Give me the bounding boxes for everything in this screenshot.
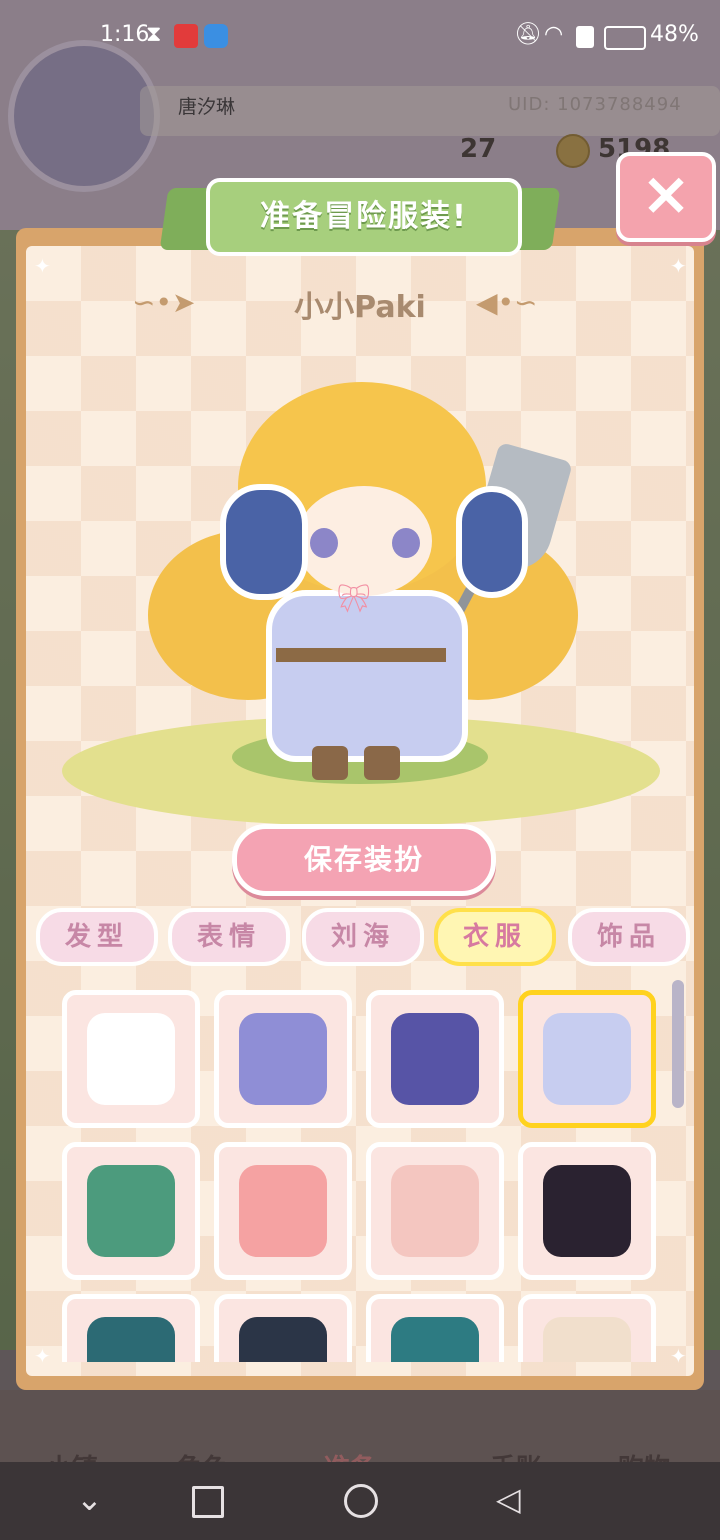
outfit-thumbnail (391, 1317, 479, 1362)
back-icon[interactable]: ◁ (496, 1480, 521, 1518)
battery-icon (604, 26, 646, 50)
character-name: 小小Paki (294, 290, 426, 325)
outfit-item-teal-lace-dress[interactable] (366, 1294, 504, 1362)
outfit-thumbnail (239, 1317, 327, 1362)
corner-star-icon: ✦ (670, 254, 687, 278)
cloud-app-icon (204, 24, 228, 48)
status-time: 1:16 (100, 22, 150, 47)
character-coat (266, 590, 468, 762)
outfit-item-pink-cake-dress[interactable] (214, 1142, 352, 1280)
outfit-thumbnail (239, 1165, 327, 1257)
grid-scrollbar[interactable] (672, 980, 684, 1108)
outfit-item-black-red-suit[interactable] (518, 1142, 656, 1280)
tab-expression[interactable]: 表情 (168, 908, 290, 966)
outfit-thumbnail (543, 1165, 631, 1257)
earmuff (220, 484, 308, 600)
home-icon[interactable] (344, 1484, 378, 1518)
outfit-item-rose-cream-outfit[interactable] (366, 1142, 504, 1280)
bow-icon: 🎀︎ (336, 582, 372, 615)
hourglass-icon: ⧗ (146, 22, 162, 47)
chevron-down-icon[interactable]: ⌄ (76, 1480, 103, 1518)
character-eye (392, 528, 420, 558)
outfit-thumbnail (391, 1165, 479, 1257)
wifi-icon: ◠ (544, 22, 564, 47)
character-eye (310, 528, 338, 558)
close-button[interactable]: × (616, 152, 716, 242)
tab-hairstyle[interactable]: 发型 (36, 908, 158, 966)
outfit-item-teal-jacket[interactable] (62, 1294, 200, 1362)
outfit-item-cream-dress[interactable] (518, 1294, 656, 1362)
outfit-item-blue-skirt-outfit[interactable] (366, 990, 504, 1128)
flourish-left-icon: ∽•➤ (132, 286, 196, 319)
outfit-grid (26, 976, 694, 1362)
dialog-title: 准备冒险服装! (206, 178, 522, 256)
outfit-thumbnail (87, 1013, 175, 1105)
outfit-item-blue-winter-coat[interactable] (518, 990, 656, 1128)
outfit-item-cat-hood-dress[interactable] (214, 990, 352, 1128)
battery-level: 48% (650, 22, 699, 47)
tab-clothes[interactable]: 衣服 (434, 908, 556, 966)
outfit-item-white-dress[interactable] (62, 990, 200, 1128)
character-boot (312, 746, 348, 780)
outfit-thumbnail (239, 1013, 327, 1105)
tab-accessories[interactable]: 饰品 (568, 908, 690, 966)
save-outfit-button[interactable]: 保存装扮 (232, 824, 496, 896)
character-belt (276, 648, 446, 662)
outfit-thumbnail (87, 1165, 175, 1257)
tab-bangs[interactable]: 刘海 (302, 908, 424, 966)
outfit-thumbnail (543, 1013, 631, 1105)
status-bar: 1:16 ⧗ 🔕︎ ◠ 48% (0, 0, 720, 76)
outfit-item-leopard-jacket[interactable] (214, 1294, 352, 1362)
flourish-right-icon: ◀•∽ (476, 286, 538, 319)
outfit-item-green-purple-suit[interactable] (62, 1142, 200, 1280)
recents-icon[interactable] (192, 1486, 224, 1518)
outfit-thumbnail (543, 1317, 631, 1362)
earmuff (456, 486, 528, 598)
corner-star-icon: ✦ (34, 254, 51, 278)
mute-icon: 🔕︎ (514, 22, 542, 47)
character-boot (364, 746, 400, 780)
alert-icon (576, 26, 594, 48)
taobao-icon (174, 24, 198, 48)
outfit-thumbnail (391, 1013, 479, 1105)
outfit-thumbnail (87, 1317, 175, 1362)
